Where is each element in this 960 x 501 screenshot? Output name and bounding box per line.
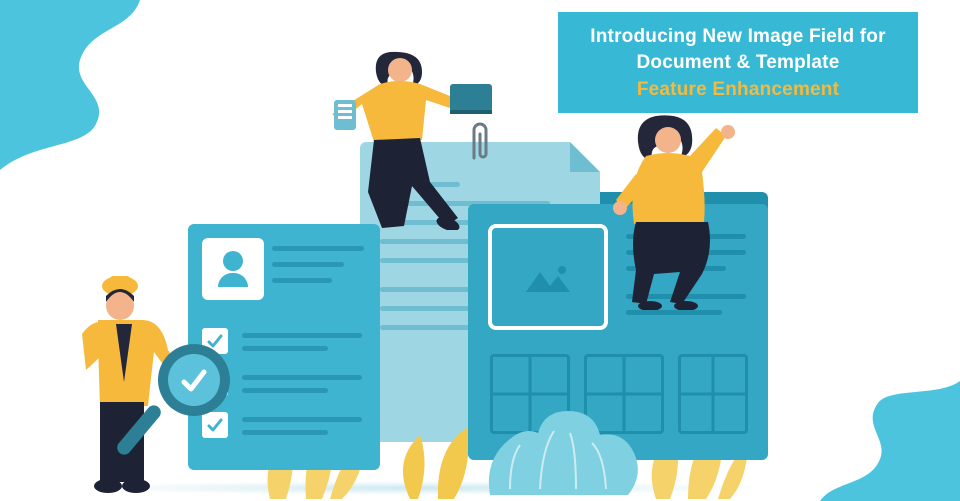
banner-accent: Feature Enhancement [576,77,900,103]
banner-line-1: Introducing New Image Field for [590,26,885,47]
image-placeholder-field [488,224,608,330]
person-with-laptop [320,42,510,230]
wireframe-block [678,354,748,434]
mountain-photo-icon [522,262,574,296]
corner-blob-bottom-right [810,381,960,501]
person-sitting-waving [596,110,766,310]
hero-illustration: Introducing New Image Field for Document… [0,0,960,501]
bush-decoration [480,385,650,495]
announcement-banner: Introducing New Image Field for Document… [558,12,918,113]
magnifying-glass-icon [158,344,230,416]
banner-line-2: Document & Template [637,52,840,73]
corner-blob-top-left [0,0,180,170]
